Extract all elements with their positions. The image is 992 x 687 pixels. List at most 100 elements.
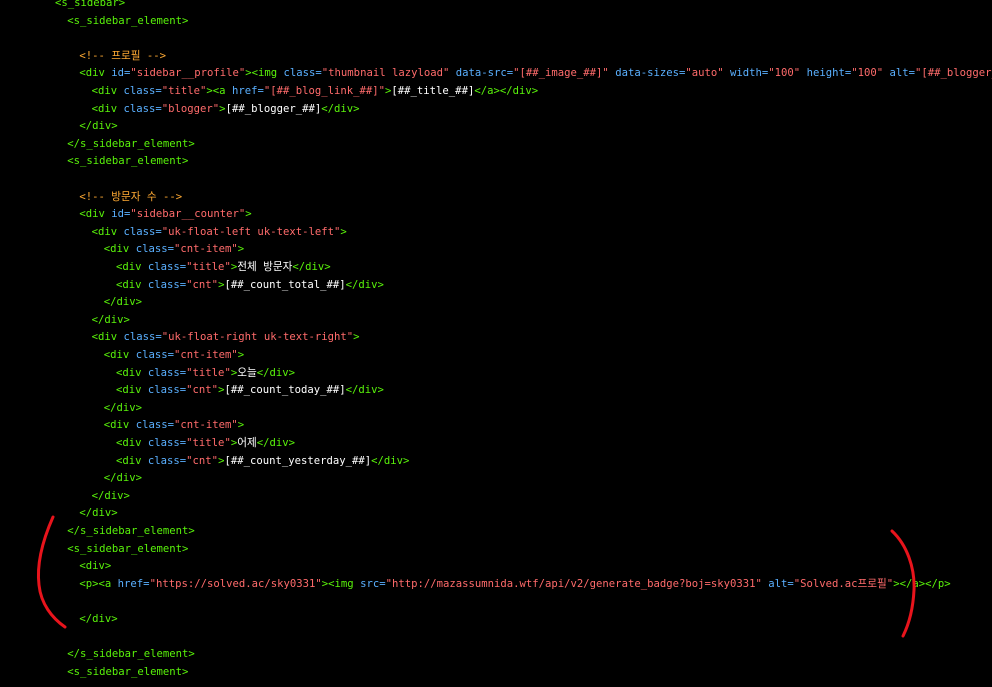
code-token: ></a></p> xyxy=(893,577,951,590)
code-token: </div> xyxy=(103,296,143,309)
code-token: class= xyxy=(147,437,187,449)
code-line: <div class="cnt-item"> xyxy=(104,347,244,365)
code-token: id= xyxy=(111,67,131,80)
code-token: "title" xyxy=(186,261,231,273)
code-line: </div> xyxy=(79,505,117,523)
code-token: </s_sidebar_element> xyxy=(67,648,195,661)
code-token: <p><a xyxy=(79,577,118,590)
code-line: <div class="cnt">[##_count_today_##]</di… xyxy=(116,382,384,400)
code-token: height= xyxy=(800,67,852,80)
code-line: <div class="cnt">[##_count_total_##]</di… xyxy=(116,277,384,295)
code-token: "[##_blogger_##]" xyxy=(915,67,992,80)
code-token: > xyxy=(353,331,360,344)
code-token: [##_count_yesterday_##] xyxy=(224,454,372,467)
code-token: <s_sidebar_element> xyxy=(67,155,189,168)
code-token: [##_count_total_##] xyxy=(224,278,346,291)
code-token: <div xyxy=(116,437,148,449)
code-token: "uk-float-right uk-text-right" xyxy=(161,331,354,344)
code-line: <div class="cnt">[##_count_yesterday_##]… xyxy=(116,453,409,471)
code-token: <div xyxy=(116,261,148,273)
code-token: class= xyxy=(147,278,187,291)
code-line: <div class="title">전체 방문자</div> xyxy=(116,259,331,277)
code-token: </div> xyxy=(91,313,130,326)
code-token: "thumbnail lazyload" xyxy=(321,67,450,80)
code-line: <div class="title">어제</div> xyxy=(116,435,295,453)
code-token: <s_sidebar> xyxy=(55,0,126,9)
code-line: <div class="blogger">[##_blogger_##]</di… xyxy=(92,101,360,119)
code-token: class= xyxy=(135,243,174,256)
code-line: <div class="cnt-item"> xyxy=(104,417,244,435)
code-token: class= xyxy=(283,67,322,80)
code-token: class= xyxy=(135,349,174,361)
code-token: ><img xyxy=(245,67,284,80)
code-line: </div> xyxy=(104,294,142,312)
code-token: </div> xyxy=(103,472,143,485)
code-token: class= xyxy=(147,261,187,273)
code-token: </div> xyxy=(345,384,384,397)
code-token: "title" xyxy=(186,437,231,449)
code-token: ><a xyxy=(206,85,232,97)
code-token: <div> xyxy=(79,560,112,573)
code-line: <div class="cnt-item"> xyxy=(104,241,244,259)
code-token: </s_sidebar_element> xyxy=(67,137,195,150)
code-token: <!-- 방문자 수 --> xyxy=(79,190,183,203)
code-line: <p><a href="https://solved.ac/sky0331"><… xyxy=(79,576,950,594)
code-token: 어제 xyxy=(237,437,257,449)
code-token: </s_sidebar_element> xyxy=(67,525,195,537)
code-token: </div> xyxy=(371,454,410,467)
code-token: <div xyxy=(79,208,112,221)
code-token: src= xyxy=(360,577,386,590)
code-line: </div> xyxy=(104,470,142,488)
code-token: </div> xyxy=(345,278,384,291)
code-line: </div> xyxy=(92,488,130,506)
code-token: "title" xyxy=(186,366,231,379)
code-token: ><img xyxy=(321,577,361,590)
code-line: </div> xyxy=(79,611,117,629)
code-line: </div> xyxy=(104,400,142,418)
code-token: <s_sidebar_element> xyxy=(67,14,189,27)
code-token: href= xyxy=(117,577,150,590)
code-token: "[##_image_##]" xyxy=(513,67,609,80)
code-token: <s_sidebar_element> xyxy=(67,665,189,678)
code-token: "sidebar__profile" xyxy=(130,67,246,80)
code-token: "sidebar__counter" xyxy=(130,208,246,221)
code-token: </div> xyxy=(91,489,130,502)
code-line: </s_sidebar_element> xyxy=(67,646,195,664)
code-token: "[##_blog_link_##]" xyxy=(263,85,386,97)
code-line: <div id="sidebar__profile"><img class="t… xyxy=(79,65,992,83)
code-token: alt= xyxy=(761,577,794,590)
code-token: <div xyxy=(103,243,136,256)
code-token: "100" xyxy=(851,67,884,80)
code-token: 오늘 xyxy=(237,366,257,379)
code-token: "cnt" xyxy=(186,278,219,291)
code-token: "cnt-item" xyxy=(173,349,238,361)
code-token: <!-- 프로필 --> xyxy=(79,49,167,62)
code-token: "https://solved.ac/sky0331" xyxy=(149,577,322,590)
code-token: class= xyxy=(147,366,187,379)
code-token: <div xyxy=(103,419,136,432)
code-line: </div> xyxy=(92,312,130,330)
code-line: <s_sidebar> xyxy=(55,0,125,13)
code-token: </div> xyxy=(103,401,143,414)
code-token: "Solved.ac프로필" xyxy=(793,577,894,590)
code-line: <s_sidebar_element> xyxy=(67,541,188,559)
code-token: 전체 방문자 xyxy=(237,261,293,273)
code-line: <s_sidebar_element> xyxy=(67,664,188,682)
code-token: href= xyxy=(231,85,264,97)
code-line: <div id="sidebar__counter"> xyxy=(79,206,251,224)
code-token: "cnt-item" xyxy=(173,243,238,256)
code-token: </div> xyxy=(79,613,118,625)
code-token: <div xyxy=(116,278,148,291)
code-token: <div xyxy=(103,349,136,361)
code-token: "cnt-item" xyxy=(173,419,238,432)
code-token: </div> xyxy=(79,507,118,520)
code-token: > xyxy=(245,208,252,221)
code-token: </div> xyxy=(79,120,118,133)
code-token: "http://mazassumnida.wtf/api/v2/generate… xyxy=(385,577,762,590)
code-line: <div> xyxy=(79,558,111,576)
code-editor[interactable]: <s_sidebar> <s_sidebar_element> <!-- 프로필 -… xyxy=(0,0,992,687)
code-token: > xyxy=(237,243,245,256)
code-line: </s_sidebar_element> xyxy=(67,523,195,541)
code-token: width= xyxy=(723,67,769,80)
code-line: </s_sidebar_element> xyxy=(67,136,195,154)
